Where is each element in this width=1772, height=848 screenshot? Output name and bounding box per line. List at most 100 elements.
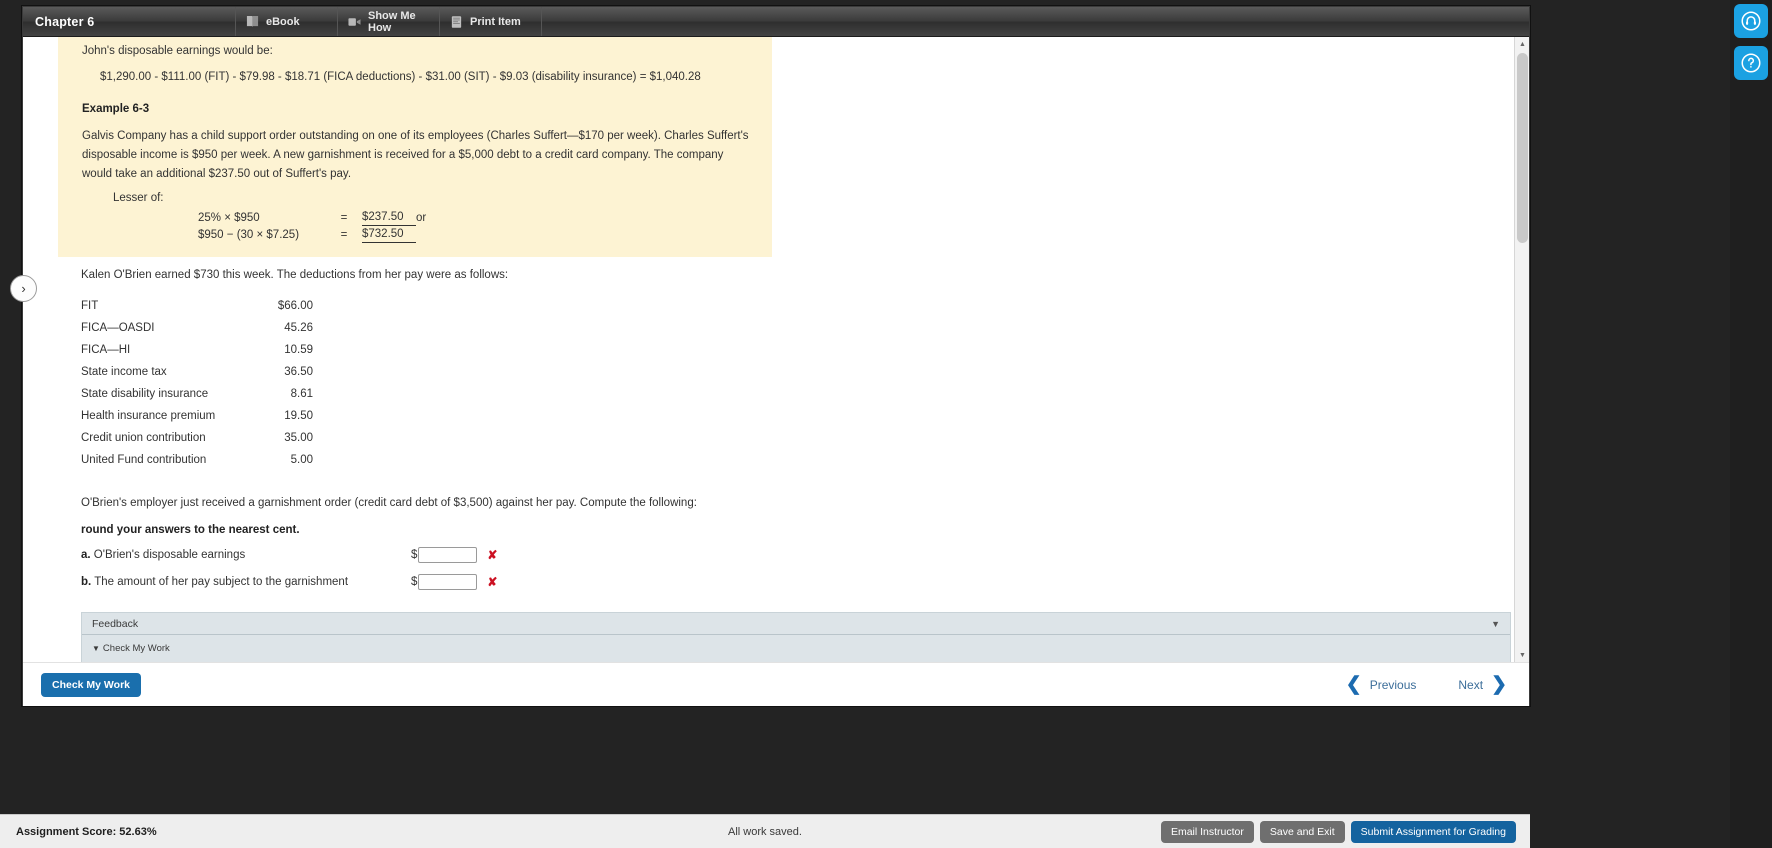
answer-b-text: The amount of her pay subject to the gar… — [94, 576, 349, 588]
answer-row-a: a. O'Brien's disposable earnings $ ✘ — [81, 547, 1516, 563]
application-root: › Chapter 6 eBook Show Me How Print Item… — [0, 0, 1772, 848]
lesser-row-1-value: $732.50 — [362, 225, 416, 243]
answer-a-currency: $ — [411, 549, 418, 561]
email-instructor-button[interactable]: Email Instructor — [1160, 820, 1254, 843]
tab-bar-filler — [541, 7, 1529, 36]
deduction-5-amount: 19.50 — [284, 410, 313, 422]
tab-print-item-label: Print Item — [470, 15, 521, 28]
feedback-check-my-work-toggle[interactable]: ▼ Check My Work — [92, 643, 1500, 654]
assignment-score-label: Assignment Score: 52.63% — [16, 825, 157, 838]
panel-expand-chevron-icon: › — [21, 281, 26, 296]
lesser-row-1-eq: = — [340, 228, 348, 241]
deduction-2-amount: 10.59 — [284, 344, 313, 356]
content-scroll-area: John's disposable earnings would be: $1,… — [23, 37, 1516, 662]
previous-button[interactable]: ❮ Previous — [1346, 675, 1417, 694]
deduction-5-label: Health insurance premium — [81, 410, 216, 422]
deduction-3-amount: 36.50 — [284, 366, 313, 378]
answer-b-input[interactable] — [418, 574, 478, 590]
navigation-buttons: ❮ Previous Next ❯ — [1346, 675, 1507, 694]
scroll-up-arrow-icon[interactable]: ▲ — [1515, 37, 1529, 51]
deduction-1-amount: 45.26 — [284, 322, 313, 334]
rounding-instruction-text: round your answers to the nearest cent. — [81, 524, 300, 536]
scroll-down-arrow-icon[interactable]: ▼ — [1515, 648, 1529, 662]
deduction-3-label: State income tax — [81, 366, 167, 378]
deduction-6-amount: 35.00 — [284, 432, 313, 444]
page-title: Chapter 6 — [35, 14, 95, 29]
deduction-4-label: State disability insurance — [81, 388, 209, 400]
chevron-down-icon[interactable]: ▼ — [1491, 619, 1500, 629]
example-lesser-of-label: Lesser of: — [113, 192, 164, 204]
chevron-left-icon: ❮ — [1345, 674, 1362, 695]
feedback-body: ▼Check My Work a. Disposable earnings ar… — [82, 635, 1510, 662]
status-bar-actions: Email Instructor Save and Exit Submit As… — [1160, 820, 1516, 843]
feedback-header[interactable]: Feedback ▼ — [82, 613, 1510, 635]
table-row: State disability insurance 8.61 — [81, 383, 313, 405]
deduction-4-amount: 8.61 — [290, 388, 313, 400]
lesser-row-0-value: $237.50 — [362, 209, 416, 226]
answer-a-letter: a. — [81, 549, 91, 561]
table-row: FIT $66.00 — [81, 295, 313, 317]
save-and-exit-button[interactable]: Save and Exit — [1259, 820, 1345, 843]
answer-b-letter: b. — [81, 576, 92, 588]
deduction-0-amount: $66.00 — [277, 300, 313, 312]
table-row: 25% × $950 = $237.50 or — [198, 209, 426, 226]
problem-intro-text: Kalen O'Brien earned $730 this week. The… — [81, 269, 509, 281]
printer-icon — [450, 15, 463, 29]
triangle-down-icon: ▼ — [92, 644, 100, 653]
panel-expand-handle[interactable]: › — [10, 275, 37, 302]
tab-print-item[interactable]: Print Item — [439, 7, 541, 36]
tab-show-me-how-label: Show Me How — [368, 9, 416, 34]
example-lesser-of-table: 25% × $950 = $237.50 or $950 − (30 × $7.… — [198, 209, 426, 243]
table-row: Health insurance premium 19.50 — [81, 405, 313, 427]
feedback-panel: Feedback ▼ ▼Check My Work a. Disposable … — [81, 612, 1511, 662]
table-row: United Fund contribution 5.00 — [81, 449, 313, 471]
tab-ebook-label: eBook — [266, 15, 300, 28]
assignment-window: Chapter 6 eBook Show Me How Print Item J… — [22, 6, 1530, 706]
help-question-icon[interactable] — [1734, 46, 1768, 80]
table-row: FICA—OASDI 45.26 — [81, 317, 313, 339]
lesser-row-0-expr: 25% × $950 — [198, 211, 260, 224]
deduction-6-label: Credit union contribution — [81, 432, 206, 444]
example-heading: Example 6-3 — [82, 103, 150, 115]
next-label: Next — [1458, 677, 1484, 692]
chevron-right-icon: ❯ — [1491, 674, 1507, 695]
deduction-1-label: FICA—OASDI — [81, 322, 155, 334]
submit-assignment-button[interactable]: Submit Assignment for Grading — [1350, 820, 1516, 843]
support-rail — [1730, 0, 1772, 848]
example-intro-text: John's disposable earnings would be: — [82, 45, 273, 57]
garnishment-order-text: O'Brien's employer just received a garni… — [81, 497, 697, 509]
deduction-7-amount: 5.00 — [290, 454, 313, 466]
feedback-title: Feedback — [92, 617, 139, 630]
answer-b-currency: $ — [411, 576, 418, 588]
window-footer: Check My Work ❮ Previous Next ❯ — [23, 662, 1529, 706]
lesser-row-1-suffix — [416, 226, 426, 243]
table-row: State income tax 36.50 — [81, 361, 313, 383]
deduction-7-label: United Fund contribution — [81, 454, 207, 466]
check-my-work-button[interactable]: Check My Work — [41, 672, 141, 697]
answer-a-input[interactable] — [418, 547, 478, 563]
example-body-text: Galvis Company has a child support order… — [82, 130, 749, 180]
status-bar: Assignment Score: 52.63% All work saved.… — [0, 814, 1530, 848]
book-icon — [246, 15, 259, 29]
vertical-scrollbar[interactable]: ▲ ▼ — [1514, 37, 1529, 662]
tab-ebook[interactable]: eBook — [235, 7, 337, 36]
previous-label: Previous — [1369, 677, 1417, 692]
deduction-2-label: FICA—HI — [81, 344, 131, 356]
answer-a-text: O'Brien's disposable earnings — [93, 549, 246, 561]
deductions-table: FIT $66.00 FICA—OASDI 45.26 FICA—HI 10.5… — [81, 295, 313, 471]
lesser-row-0-eq: = — [340, 211, 348, 224]
tab-bar: Chapter 6 eBook Show Me How Print Item — [23, 7, 1529, 37]
table-row: FICA—HI 10.59 — [81, 339, 313, 361]
feedback-check-my-work-label: Check My Work — [102, 643, 170, 654]
next-button[interactable]: Next ❯ — [1458, 675, 1507, 694]
table-row: Credit union contribution 35.00 — [81, 427, 313, 449]
scrollbar-thumb[interactable] — [1517, 53, 1528, 243]
answer-b-label: b. The amount of her pay subject to the … — [81, 576, 411, 588]
tab-show-me-how[interactable]: Show Me How — [337, 7, 439, 36]
lesser-row-1-expr: $950 − (30 × $7.25) — [198, 228, 300, 241]
support-headset-icon[interactable] — [1734, 4, 1768, 38]
answer-b-incorrect-icon: ✘ — [487, 575, 498, 589]
example-calculation-text: $1,290.00 - $111.00 (FIT) - $79.98 - $18… — [100, 71, 701, 83]
deduction-0-label: FIT — [81, 300, 99, 312]
answer-a-incorrect-icon: ✘ — [487, 548, 498, 562]
